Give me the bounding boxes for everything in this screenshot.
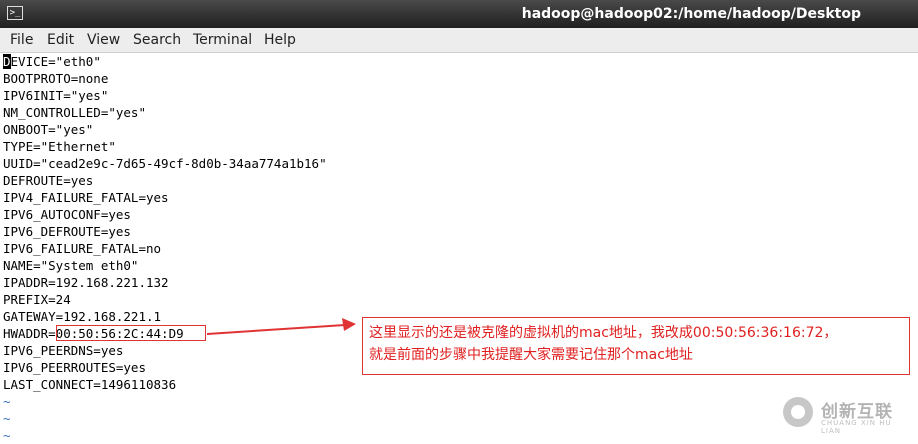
annotation-text-line1: 这里显示的还是被克隆的虚拟机的mac地址，我改成00:50:56:36:16:7…	[369, 325, 838, 341]
annotation-text-line2: 就是前面的步骤中我提醒大家需要记住那个mac地址	[369, 347, 693, 363]
annotation-callout: 这里显示的还是被克隆的虚拟机的mac地址，我改成00:50:56:36:16:7…	[362, 317, 910, 375]
watermark-subtext: CHUANG XIN HU LIAN	[821, 419, 892, 435]
watermark-logo: 创新互联 CHUANG XIN HU LIAN	[783, 395, 913, 435]
watermark-logo-icon	[783, 397, 813, 427]
